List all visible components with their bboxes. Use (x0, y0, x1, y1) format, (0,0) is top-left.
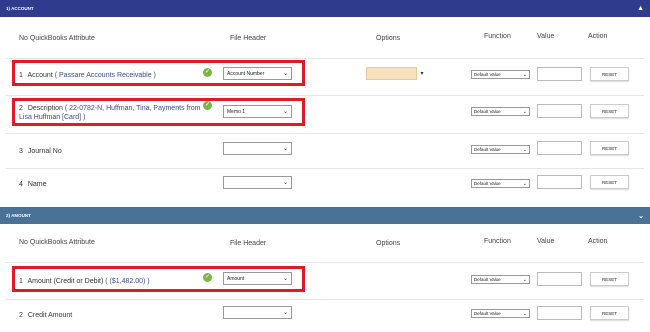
function-select[interactable]: Default Value ⌄ (471, 179, 530, 188)
row-divider (6, 262, 644, 263)
file-header-select[interactable]: ⌄ (223, 176, 292, 189)
section-title: 1) ACCOUNT (6, 6, 34, 11)
options-select[interactable]: ▾ (366, 67, 427, 80)
attribute-name: 4 Name (19, 180, 47, 189)
col-header-options: Options (376, 35, 401, 42)
function-value: Default Value (474, 72, 501, 77)
row-divider (6, 58, 644, 59)
value-input[interactable] (537, 272, 582, 286)
chevron-down-icon: ⌄ (522, 180, 527, 187)
function-value: Default Value (474, 311, 501, 316)
chevron-up-icon[interactable]: ▲ (637, 0, 644, 17)
function-value: Default Value (474, 277, 501, 282)
col-header-file-header: File Header (230, 240, 267, 247)
attribute-credit-amount: 2 Credit Amount (19, 311, 72, 320)
function-select[interactable]: Default Value ⌄ (471, 275, 530, 284)
attribute-label: Journal No (27, 148, 62, 155)
reset-button[interactable]: RESET (590, 141, 629, 155)
value-input[interactable] (537, 67, 582, 81)
section-header-amount[interactable]: 2) AMOUNT ⌄ (0, 207, 650, 224)
section-title: 2) AMOUNT (6, 213, 31, 218)
caret-down-icon: ▾ (420, 71, 424, 77)
row-divider (6, 95, 644, 96)
value-input[interactable] (537, 141, 582, 155)
chevron-down-icon: ⌄ (522, 146, 527, 153)
chevron-down-icon: ⌄ (282, 180, 288, 186)
value-input[interactable] (537, 306, 582, 320)
chevron-down-icon: ⌄ (522, 276, 527, 283)
function-select[interactable]: Default Value ⌄ (471, 70, 530, 79)
value-input[interactable] (537, 175, 582, 189)
chevron-down-icon: ⌄ (282, 146, 288, 152)
reset-button[interactable]: RESET (590, 104, 629, 118)
col-header-action: Action (588, 33, 608, 40)
file-header-select[interactable]: ⌄ (223, 306, 292, 319)
col-header-function: Function (484, 33, 511, 40)
highlight-box (12, 266, 305, 292)
chevron-down-icon: ⌄ (522, 108, 527, 115)
options-field[interactable] (366, 67, 417, 80)
attribute-journal-no: 3 Journal No (19, 147, 62, 156)
col-header-file-header: File Header (230, 35, 267, 42)
col-header-attribute: No QuickBooks Attribute (19, 239, 95, 246)
chevron-down-icon: ⌄ (282, 310, 288, 316)
col-header-function: Function (484, 238, 511, 245)
chevron-down-icon: ⌄ (522, 71, 527, 78)
row-divider (6, 299, 644, 300)
function-value: Default Value (474, 147, 501, 152)
file-header-select[interactable]: ⌄ (223, 142, 292, 155)
row-divider (6, 168, 644, 169)
col-header-action: Action (588, 238, 608, 245)
function-select[interactable]: Default Value ⌄ (471, 309, 530, 318)
col-header-value: Value (537, 238, 555, 245)
highlight-box (12, 98, 305, 126)
reset-button[interactable]: RESET (590, 306, 629, 320)
chevron-down-icon[interactable]: ⌄ (638, 207, 644, 224)
function-value: Default Value (474, 109, 501, 114)
value-input[interactable] (537, 104, 582, 118)
reset-button[interactable]: RESET (590, 175, 629, 189)
row-number: 4 (19, 181, 23, 188)
reset-button[interactable]: RESET (590, 67, 629, 81)
attribute-label: Credit Amount (27, 312, 73, 319)
row-divider (6, 133, 644, 134)
mapping-page: 1) ACCOUNT ▲ No QuickBooks Attribute Fil… (0, 0, 650, 332)
reset-button[interactable]: RESET (590, 272, 629, 286)
section-header-account[interactable]: 1) ACCOUNT ▲ (0, 0, 650, 17)
col-header-attribute: No QuickBooks Attribute (19, 35, 95, 42)
function-select[interactable]: Default Value ⌄ (471, 145, 530, 154)
function-select[interactable]: Default Value ⌄ (471, 107, 530, 116)
function-value: Default Value (474, 181, 501, 186)
attribute-label: Name (27, 181, 47, 188)
row-number: 2 (19, 312, 23, 319)
col-header-value: Value (537, 33, 555, 40)
col-header-options: Options (376, 240, 401, 247)
chevron-down-icon: ⌄ (522, 310, 527, 317)
highlight-box (12, 60, 305, 86)
row-number: 3 (19, 148, 23, 155)
